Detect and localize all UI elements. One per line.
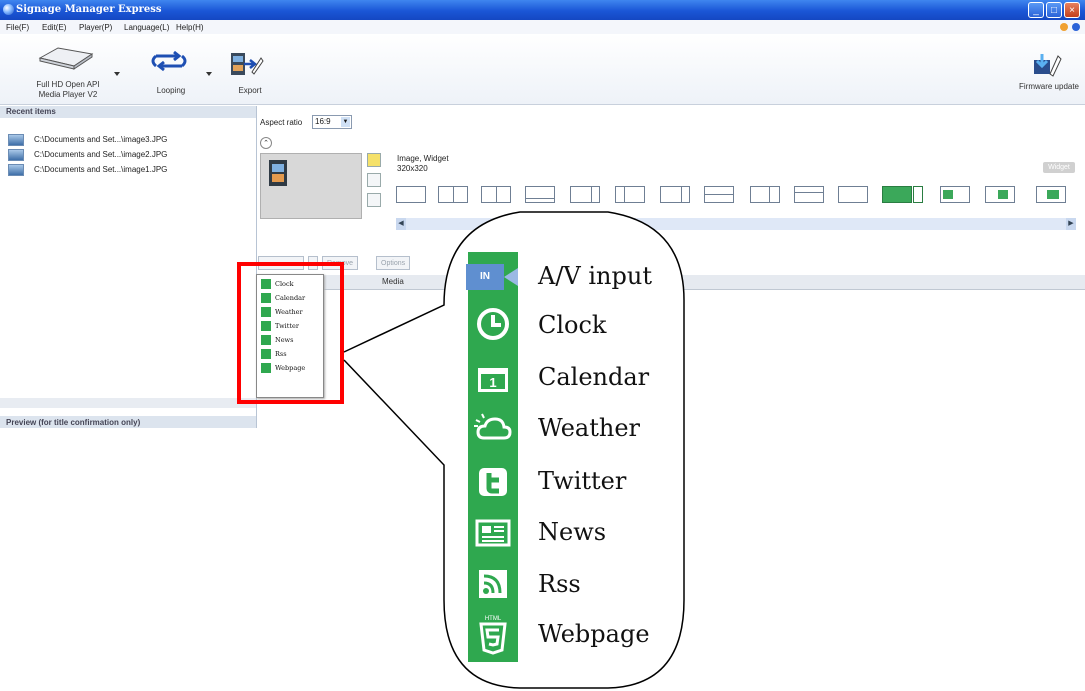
layout-horizontal-scrollbar[interactable]: ◀ ▶ (396, 218, 1076, 230)
thumbnail-slot[interactable] (367, 153, 381, 167)
export-icon[interactable] (230, 52, 264, 78)
left-horizontal-scrollbar[interactable] (0, 398, 256, 408)
recent-item[interactable]: C:\Documents and Set...\image2.JPG (8, 149, 167, 161)
recent-item-path: C:\Documents and Set...\image2.JPG (34, 150, 168, 160)
highlight-box (237, 262, 344, 404)
webpage-icon-text: HTML (485, 616, 502, 622)
calendar-icon-text: 1 (489, 375, 496, 390)
layout-template[interactable] (525, 186, 555, 203)
callout-label-weather: Weather (538, 414, 640, 442)
device-dropdown-arrow[interactable] (114, 72, 120, 76)
app-icon (3, 4, 14, 15)
weather-icon (472, 410, 514, 446)
looping-dropdown-arrow[interactable] (206, 72, 212, 76)
calendar-icon: 1 (472, 360, 514, 396)
layout-template[interactable] (704, 186, 734, 203)
layout-template[interactable] (615, 186, 645, 203)
callout-label-rss: Rss (538, 570, 581, 598)
window-title: Signage Manager Express (16, 4, 162, 15)
media-thumbnail-area[interactable] (260, 153, 362, 219)
av-input-icon: IN (466, 264, 522, 290)
export-label: Export (238, 86, 262, 95)
close-button[interactable]: × (1064, 2, 1080, 18)
looping-label: Looping (156, 86, 186, 95)
scroll-left-icon[interactable]: ◀ (396, 218, 406, 230)
collapse-button[interactable]: ⌃ (260, 137, 272, 149)
recent-item[interactable]: C:\Documents and Set...\image3.JPG (8, 134, 167, 146)
menu-bar: File(F) Edit(E) Player(P) Language(L) He… (0, 20, 1085, 34)
menu-file[interactable]: File(F) (6, 23, 29, 32)
chevron-down-icon: ▼ (341, 117, 350, 127)
looping-icon[interactable] (148, 50, 190, 72)
image-file-icon (8, 149, 24, 161)
options-button[interactable]: Options (376, 256, 411, 270)
preview-header: Preview (for title confirmation only) (0, 416, 256, 428)
widget-tag: Widget (1043, 162, 1075, 173)
aspect-ratio-label: Aspect ratio (260, 118, 303, 127)
widget-layout-template[interactable] (985, 186, 1015, 203)
widget-layout-template[interactable] (1036, 186, 1066, 203)
twitter-icon (472, 464, 514, 500)
layout-template[interactable] (570, 186, 600, 203)
left-pane: Recent items C:\Documents and Set...\ima… (0, 106, 257, 428)
settings-icon[interactable] (1060, 23, 1068, 31)
recent-items-header: Recent items (0, 106, 256, 118)
image-file-icon (8, 164, 24, 176)
device-label-2: Media Player V2 (38, 90, 98, 99)
layout-template[interactable] (794, 186, 824, 203)
minimize-button[interactable]: _ (1028, 2, 1044, 18)
callout-label-news: News (538, 518, 607, 546)
column-media: Media (382, 277, 404, 286)
recent-item[interactable]: C:\Documents and Set...\image1.JPG (8, 164, 167, 176)
html5-icon: HTML (472, 612, 514, 655)
callout-label-webpage: Webpage (538, 620, 650, 648)
image-file-icon (8, 134, 24, 146)
film-strip-icon (269, 160, 287, 186)
toolbar: Full HD Open API Media Player V2 Looping… (0, 34, 1085, 105)
recent-item-path: C:\Documents and Set...\image3.JPG (34, 135, 168, 145)
callout-label-twitter: Twitter (538, 467, 627, 495)
info-icon[interactable] (1072, 23, 1080, 31)
title-bar: Signage Manager Express _ □ × (0, 0, 1085, 20)
aspect-ratio-value: 16:9 (315, 117, 331, 126)
clock-icon (472, 306, 514, 342)
layout-template[interactable] (481, 186, 511, 203)
widget-layout-template[interactable] (913, 186, 923, 203)
layout-template[interactable] (438, 186, 468, 203)
av-input-icon-text: IN (466, 264, 504, 290)
menu-player[interactable]: Player(P) (79, 23, 112, 32)
thumbnail-slot[interactable] (367, 193, 381, 207)
callout-label-av-input: A/V input (538, 262, 652, 290)
rss-icon (472, 566, 514, 602)
menu-edit[interactable]: Edit(E) (42, 23, 66, 32)
widget-layout-template[interactable] (882, 186, 912, 203)
menu-language[interactable]: Language(L) (124, 23, 169, 32)
callout-label-calendar: Calendar (538, 363, 650, 391)
news-icon (472, 515, 514, 551)
firmware-update-icon[interactable] (1032, 52, 1062, 78)
media-type-text: Image, Widget (397, 154, 449, 163)
firmware-update-label: Firmware update (1018, 82, 1080, 91)
layout-template[interactable] (660, 186, 690, 203)
recent-item-path: C:\Documents and Set...\image1.JPG (34, 165, 168, 175)
media-player-icon[interactable] (36, 44, 96, 70)
device-label-1: Full HD Open API (36, 80, 100, 89)
menu-help[interactable]: Help(H) (176, 23, 204, 32)
layout-template[interactable] (396, 186, 426, 203)
aspect-ratio-select[interactable]: 16:9 ▼ (312, 115, 352, 129)
media-size-text: 320x320 (397, 164, 428, 173)
layout-template[interactable] (838, 186, 868, 203)
widget-layout-template[interactable] (940, 186, 970, 203)
thumbnail-slot[interactable] (367, 173, 381, 187)
layout-template[interactable] (750, 186, 780, 203)
scroll-right-icon[interactable]: ▶ (1066, 218, 1076, 230)
callout-label-clock: Clock (538, 311, 607, 339)
maximize-button[interactable]: □ (1046, 2, 1062, 18)
